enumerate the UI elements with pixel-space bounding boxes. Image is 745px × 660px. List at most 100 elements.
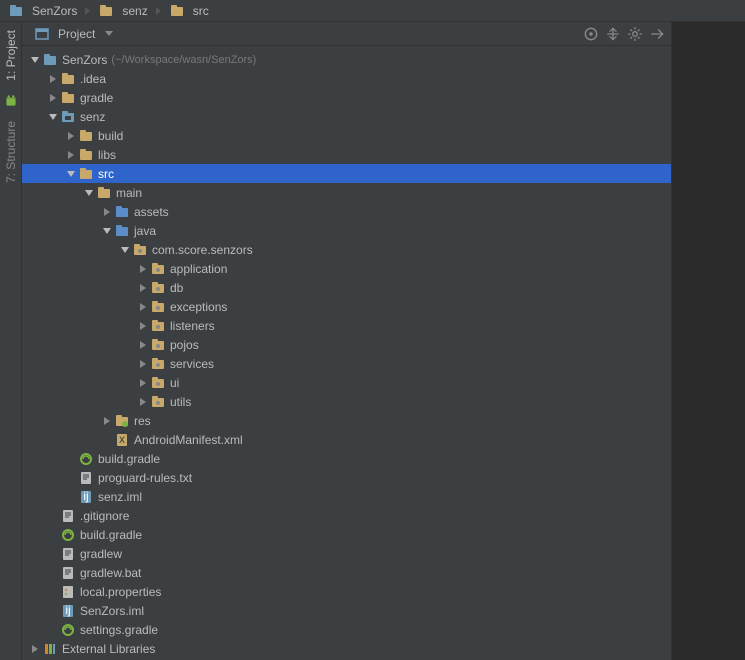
gradle-icon (78, 451, 94, 467)
expand-toggle (48, 606, 58, 616)
module-icon (8, 3, 24, 19)
android-icon[interactable] (3, 93, 19, 109)
expand-toggle[interactable] (120, 245, 130, 255)
tree-node-label: build.gradle (80, 528, 142, 542)
project-tree[interactable]: SenZors(~/Workspace/wasn/SenZors) .idea gr… (22, 46, 671, 660)
expand-toggle[interactable] (138, 397, 148, 407)
file-gradlew[interactable]: gradlew (22, 544, 671, 563)
folder-icon (78, 166, 94, 182)
file-local-props[interactable]: local.properties (22, 582, 671, 601)
svg-text:x: x (119, 433, 125, 446)
breadcrumb-separator (85, 7, 90, 15)
expand-toggle[interactable] (138, 378, 148, 388)
pkg-listeners[interactable]: listeners (22, 316, 671, 335)
tree-node-label: res (134, 414, 151, 428)
folder-icon (98, 3, 114, 19)
tree-node-label: .idea (80, 72, 106, 86)
gradle-icon (60, 527, 76, 543)
expand-toggle[interactable] (138, 264, 148, 274)
file-build-gradle-root[interactable]: build.gradle (22, 525, 671, 544)
pkg-db[interactable]: db (22, 278, 671, 297)
project-icon (34, 26, 50, 42)
chevron-down-icon (105, 31, 113, 36)
expand-toggle[interactable] (102, 416, 112, 426)
file-build-gradle-module[interactable]: build.gradle (22, 449, 671, 468)
package-icon (150, 299, 166, 315)
xml-icon: x (114, 432, 130, 448)
scroll-from-source-icon[interactable] (583, 26, 599, 42)
libs-icon (42, 641, 58, 657)
tree-node-label: libs (98, 148, 116, 162)
folder-build[interactable]: build (22, 126, 671, 145)
pkg-exceptions[interactable]: exceptions (22, 297, 671, 316)
tree-node-label: listeners (170, 319, 215, 333)
expand-toggle[interactable] (138, 302, 148, 312)
expand-toggle[interactable] (84, 188, 94, 198)
expand-toggle[interactable] (48, 93, 58, 103)
breadcrumb-item[interactable]: SenZors (4, 3, 81, 19)
text-icon (60, 565, 76, 581)
package-icon (150, 280, 166, 296)
file-gitignore[interactable]: .gitignore (22, 506, 671, 525)
expand-toggle[interactable] (102, 207, 112, 217)
package-icon (132, 242, 148, 258)
hide-icon[interactable] (649, 26, 665, 42)
project-panel-header: Project (22, 22, 671, 46)
collapse-all-icon[interactable] (605, 26, 621, 42)
tree-node-label: utils (170, 395, 191, 409)
pkg-application[interactable]: application (22, 259, 671, 278)
expand-toggle (48, 511, 58, 521)
expand-toggle[interactable] (30, 55, 40, 65)
file-senzors-iml[interactable]: ijSenZors.iml (22, 601, 671, 620)
expand-toggle[interactable] (66, 169, 76, 179)
tool-window-tab[interactable]: 1: Project (4, 30, 18, 81)
folder-main[interactable]: main (22, 183, 671, 202)
folder-idea[interactable]: .idea (22, 69, 671, 88)
expand-toggle[interactable] (48, 74, 58, 84)
tool-window-tab[interactable]: 7: Structure (4, 121, 18, 183)
breadcrumb-item[interactable]: src (165, 3, 213, 19)
root-project[interactable]: SenZors(~/Workspace/wasn/SenZors) (22, 50, 671, 69)
expand-toggle[interactable] (30, 644, 40, 654)
folder-assets[interactable]: assets (22, 202, 671, 221)
folder-libs[interactable]: libs (22, 145, 671, 164)
project-view-dropdown[interactable]: Project (28, 24, 119, 44)
folder-java[interactable]: java (22, 221, 671, 240)
file-settings-gradle[interactable]: settings.gradle (22, 620, 671, 639)
pkg-ui[interactable]: ui (22, 373, 671, 392)
module-senz[interactable]: senz (22, 107, 671, 126)
pkg-utils[interactable]: utils (22, 392, 671, 411)
pkg-services[interactable]: services (22, 354, 671, 373)
expand-toggle[interactable] (48, 112, 58, 122)
pkg-pojos[interactable]: pojos (22, 335, 671, 354)
folder-res[interactable]: res (22, 411, 671, 430)
file-gradlew-bat[interactable]: gradlew.bat (22, 563, 671, 582)
file-senz-iml[interactable]: ijsenz.iml (22, 487, 671, 506)
folder-gradle[interactable]: gradle (22, 88, 671, 107)
tree-node-label: pojos (170, 338, 199, 352)
expand-toggle[interactable] (138, 321, 148, 331)
breadcrumb-item[interactable]: senz (94, 3, 151, 19)
folder-icon (60, 71, 76, 87)
expand-toggle[interactable] (66, 150, 76, 160)
editor-area (672, 22, 745, 660)
expand-toggle (66, 492, 76, 502)
breadcrumb-separator (156, 7, 161, 15)
tree-node-label: local.properties (80, 585, 161, 599)
expand-toggle[interactable] (138, 283, 148, 293)
expand-toggle[interactable] (102, 226, 112, 236)
package-icon (150, 356, 166, 372)
expand-toggle[interactable] (138, 340, 148, 350)
pkg-root[interactable]: com.score.senzors (22, 240, 671, 259)
tree-node-label: db (170, 281, 183, 295)
expand-toggle[interactable] (66, 131, 76, 141)
tree-node-label: build.gradle (98, 452, 160, 466)
expand-toggle[interactable] (138, 359, 148, 369)
gear-icon[interactable] (627, 26, 643, 42)
tree-node-label: build (98, 129, 123, 143)
file-manifest[interactable]: xAndroidManifest.xml (22, 430, 671, 449)
external-libraries[interactable]: External Libraries (22, 639, 671, 658)
folder-src[interactable]: src (22, 164, 671, 183)
tree-node-label: settings.gradle (80, 623, 158, 637)
file-proguard[interactable]: proguard-rules.txt (22, 468, 671, 487)
